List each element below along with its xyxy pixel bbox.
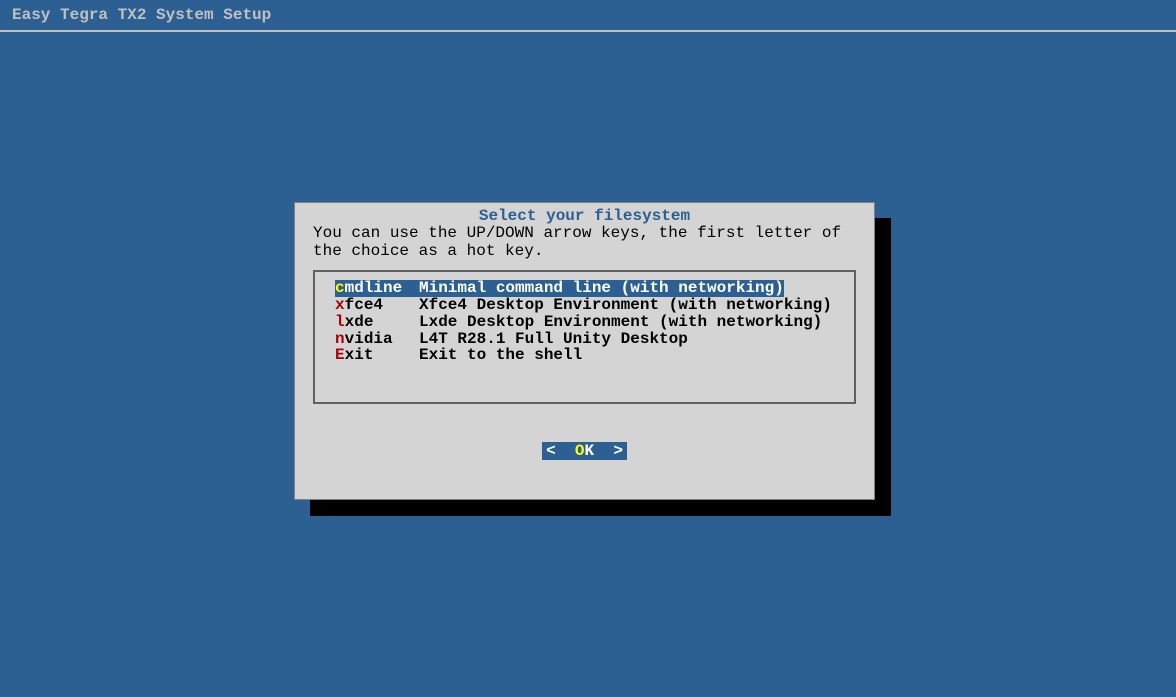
menu-desc: L4T R28.1 Full Unity Desktop [419, 331, 688, 348]
menu-item-lxde[interactable]: lxde Lxde Desktop Environment (with netw… [335, 314, 834, 331]
key-rest: mdline [345, 279, 403, 297]
hotkey-char: x [335, 296, 345, 314]
ok-o-char: O [575, 442, 585, 460]
hotkey-char: E [335, 346, 345, 364]
title-divider [0, 30, 1176, 32]
menu-key: nvidia [335, 331, 419, 348]
menu-key: cmdline [335, 280, 419, 297]
menu-item-xfce4[interactable]: xfce4 Xfce4 Desktop Environment (with ne… [335, 297, 834, 314]
menu-frame: cmdline Minimal command line (with netwo… [313, 270, 856, 404]
key-rest: xit [345, 346, 374, 364]
menu-key: Exit [335, 347, 419, 364]
dialog-title: Select your filesystem [313, 207, 856, 225]
key-rest: fce4 [345, 296, 383, 314]
menu-desc: Exit to the shell [419, 347, 582, 364]
hotkey-char: l [335, 313, 345, 331]
right-bracket: > [613, 442, 623, 460]
left-bracket: < [546, 442, 556, 460]
menu-desc: Lxde Desktop Environment (with networkin… [419, 314, 822, 331]
menu-item-exit[interactable]: Exit Exit to the shell [335, 347, 834, 364]
ok-button[interactable]: < OK > [542, 442, 627, 460]
menu-desc: Xfce4 Desktop Environment (with networki… [419, 297, 832, 314]
dialog-instruction: You can use the UP/DOWN arrow keys, the … [313, 225, 856, 260]
hotkey-char: n [335, 330, 345, 348]
menu-key: xfce4 [335, 297, 419, 314]
key-rest: vidia [345, 330, 393, 348]
button-row: < OK > [313, 442, 856, 460]
dialog-container: Select your filesystem You can use the U… [294, 202, 875, 500]
menu-desc: Minimal command line (with networking) [419, 280, 784, 297]
hotkey-char: c [335, 279, 345, 297]
page-title: Easy Tegra TX2 System Setup [0, 0, 1176, 30]
ok-k-char: K [585, 442, 595, 460]
menu-item-cmdline[interactable]: cmdline Minimal command line (with netwo… [335, 280, 834, 297]
dialog-box: Select your filesystem You can use the U… [294, 202, 875, 500]
menu-item-nvidia[interactable]: nvidia L4T R28.1 Full Unity Desktop [335, 331, 834, 348]
key-rest: xde [345, 313, 374, 331]
menu-key: lxde [335, 314, 419, 331]
